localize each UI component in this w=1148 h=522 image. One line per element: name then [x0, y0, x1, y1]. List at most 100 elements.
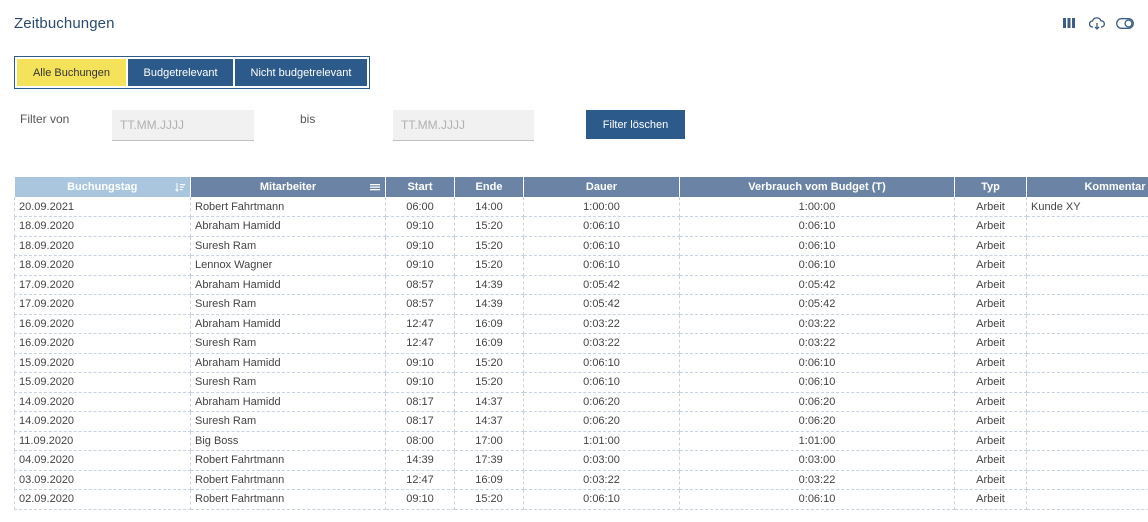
table-row[interactable]: 14.09.2020 Abraham Hamidd 08:17 14:37 0:06:2… [14, 392, 1148, 412]
filter-from-input[interactable] [112, 110, 254, 141]
cloud-download-icon[interactable] [1088, 15, 1106, 31]
cell-verbrauch: 0:06:10 [679, 216, 955, 237]
cell-typ: Arbeit [954, 411, 1027, 432]
column-header-buchungstag[interactable]: Buchungstag [14, 177, 191, 197]
table-row[interactable]: 04.09.2020 Robert Fahrtmann 14:39 17:39 0:03… [14, 450, 1148, 471]
cell-kommentar [1026, 353, 1148, 373]
cell-typ: Arbeit [954, 392, 1027, 412]
cell-kommentar [1026, 392, 1148, 412]
cell-mitarbeiter: Robert Fahrtmann [190, 197, 386, 217]
table-row[interactable]: 18.09.2020 Lennox Wagner 09:10 15:20 0:06:10… [14, 255, 1148, 276]
cell-typ: Arbeit [954, 275, 1027, 295]
cell-mitarbeiter: Suresh Ram [190, 333, 386, 354]
booking-filter-tabs: Alle Buchungen Budgetrelevant Nicht budg… [14, 56, 370, 89]
cell-buchungstag: 17.09.2020 [14, 294, 191, 315]
cell-start: 09:10 [385, 216, 455, 237]
cell-ende: 14:37 [454, 392, 524, 412]
cell-verbrauch: 0:06:10 [679, 236, 955, 256]
table-row[interactable]: 15.09.2020 Abraham Hamidd 09:10 15:20 0:06:1… [14, 353, 1148, 373]
clear-filter-button[interactable]: Filter löschen [586, 110, 685, 139]
cell-kommentar [1026, 294, 1148, 315]
tab-alle-buchungen[interactable]: Alle Buchungen [17, 59, 126, 86]
table-row[interactable]: 16.09.2020 Suresh Ram 12:47 16:09 0:03:22 0:0… [14, 333, 1148, 354]
columns-icon[interactable] [1060, 15, 1078, 31]
column-header-start[interactable]: Start [385, 177, 455, 197]
cell-mitarbeiter: Robert Fahrtmann [190, 450, 386, 471]
column-header-dauer[interactable]: Dauer [523, 177, 680, 197]
cell-buchungstag: 16.09.2020 [14, 333, 191, 354]
column-header-kommentar[interactable]: Kommentar [1026, 177, 1148, 197]
table-row[interactable]: 17.09.2020 Suresh Ram 08:57 14:39 0:05:42 0:0… [14, 294, 1148, 315]
cell-buchungstag: 03.09.2020 [14, 470, 191, 490]
cell-dauer: 1:01:00 [523, 431, 680, 451]
cell-ende: 15:20 [454, 216, 524, 237]
cell-ende: 15:20 [454, 353, 524, 373]
table-row[interactable]: 18.09.2020 Suresh Ram 09:10 15:20 0:06:10 0:0… [14, 236, 1148, 256]
cell-kommentar [1026, 275, 1148, 295]
cell-mitarbeiter: Robert Fahrtmann [190, 489, 386, 510]
table-row[interactable]: 03.09.2020 Robert Fahrtmann 12:47 16:09 0:03… [14, 470, 1148, 490]
table-row[interactable]: 16.09.2020 Abraham Hamidd 12:47 16:09 0:03:2… [14, 314, 1148, 334]
cell-dauer: 0:06:20 [523, 392, 680, 412]
cell-verbrauch: 0:06:10 [679, 489, 955, 510]
cell-dauer: 0:06:10 [523, 353, 680, 373]
table-row[interactable]: 17.09.2020 Abraham Hamidd 08:57 14:39 0:05:4… [14, 275, 1148, 295]
cell-typ: Arbeit [954, 353, 1027, 373]
cell-mitarbeiter: Abraham Hamidd [190, 216, 386, 237]
cell-kommentar [1026, 216, 1148, 237]
cell-dauer: 0:06:10 [523, 372, 680, 393]
cell-mitarbeiter: Abraham Hamidd [190, 392, 386, 412]
tab-nicht-budgetrelevant[interactable]: Nicht budgetrelevant [235, 59, 367, 86]
cell-typ: Arbeit [954, 216, 1027, 237]
filter-to-input[interactable] [393, 110, 534, 141]
tab-budgetrelevant[interactable]: Budgetrelevant [128, 59, 233, 86]
cell-kommentar [1026, 255, 1148, 276]
cell-mitarbeiter: Suresh Ram [190, 236, 386, 256]
cell-typ: Arbeit [954, 314, 1027, 334]
table-row[interactable]: 18.09.2020 Abraham Hamidd 09:10 15:20 0:06:1… [14, 216, 1148, 237]
table-row[interactable]: 11.09.2020 Big Boss 08:00 17:00 1:01:00 1:01:… [14, 431, 1148, 451]
column-header-verbrauch[interactable]: Verbrauch vom Budget (T) [679, 177, 955, 197]
cell-ende: 15:20 [454, 255, 524, 276]
cell-start: 09:10 [385, 489, 455, 510]
cell-verbrauch: 0:03:22 [679, 314, 955, 334]
cell-kommentar: Kunde XY [1026, 197, 1148, 217]
cell-typ: Arbeit [954, 255, 1027, 276]
cell-start: 12:47 [385, 470, 455, 490]
cell-verbrauch: 1:00:00 [679, 197, 955, 217]
column-header-label: Buchungstag [67, 181, 138, 193]
cell-buchungstag: 17.09.2020 [14, 275, 191, 295]
table-row[interactable]: 02.09.2020 Robert Fahrtmann 09:10 15:20 0:06… [14, 489, 1148, 510]
cell-typ: Arbeit [954, 372, 1027, 393]
cell-kommentar [1026, 314, 1148, 334]
cell-kommentar [1026, 333, 1148, 354]
cell-start: 09:10 [385, 372, 455, 393]
cell-dauer: 0:06:10 [523, 236, 680, 256]
cell-start: 08:17 [385, 411, 455, 432]
sort-icon[interactable] [175, 182, 185, 192]
table-row[interactable]: 20.09.2021 Robert Fahrtmann 06:00 14:00 1:00… [14, 197, 1148, 217]
cell-buchungstag: 11.09.2020 [14, 431, 191, 451]
cell-verbrauch: 0:06:20 [679, 411, 955, 432]
column-header-ende[interactable]: Ende [454, 177, 524, 197]
table-row[interactable]: 14.09.2020 Suresh Ram 08:17 14:37 0:06:20 0:0… [14, 411, 1148, 432]
column-header-mitarbeiter[interactable]: Mitarbeiter [190, 177, 386, 197]
cell-ende: 16:09 [454, 333, 524, 354]
cell-buchungstag: 15.09.2020 [14, 372, 191, 393]
cell-verbrauch: 1:01:00 [679, 431, 955, 451]
table-row[interactable]: 15.09.2020 Suresh Ram 09:10 15:20 0:06:10 0:0… [14, 372, 1148, 393]
column-header-label: Mitarbeiter [259, 181, 317, 193]
column-header-typ[interactable]: Typ [954, 177, 1027, 197]
cell-kommentar [1026, 470, 1148, 490]
cell-dauer: 0:05:42 [523, 275, 680, 295]
column-menu-icon[interactable] [370, 182, 380, 192]
cell-buchungstag: 18.09.2020 [14, 255, 191, 276]
cell-ende: 14:39 [454, 294, 524, 315]
cell-typ: Arbeit [954, 333, 1027, 354]
toggle-icon[interactable] [1116, 15, 1134, 31]
cell-mitarbeiter: Abraham Hamidd [190, 314, 386, 334]
cell-start: 08:57 [385, 275, 455, 295]
cell-buchungstag: 20.09.2021 [14, 197, 191, 217]
cell-dauer: 0:05:42 [523, 294, 680, 315]
column-header-label: Kommentar [1084, 181, 1146, 193]
